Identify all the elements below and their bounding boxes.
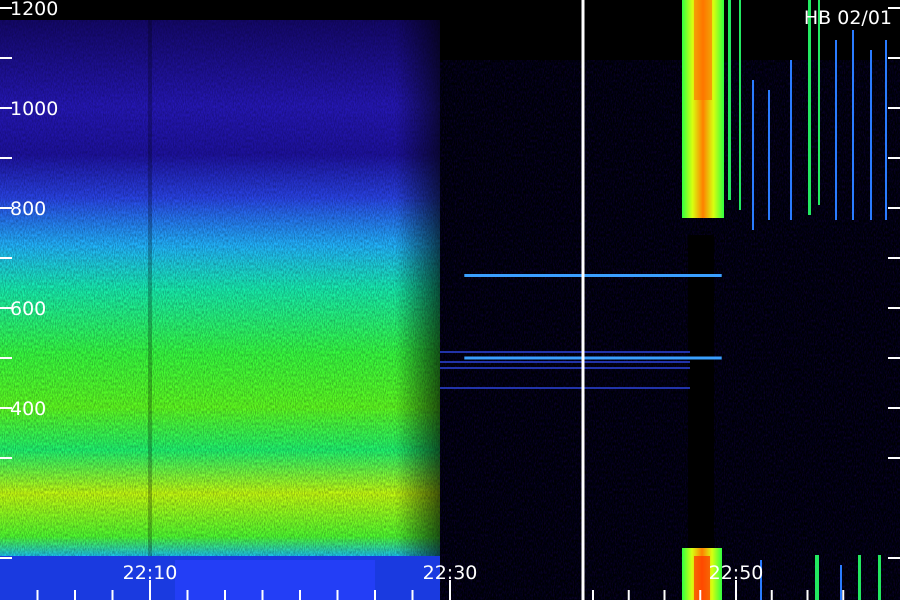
y-tick-label: 1200 xyxy=(10,0,58,20)
background-noise xyxy=(440,60,900,600)
y-tick-label: 800 xyxy=(10,198,46,220)
broadband-noise-band xyxy=(0,20,465,600)
y-tick-label: 400 xyxy=(10,398,46,420)
y-tick-label: 1000 xyxy=(10,98,58,120)
spectrogram-chart: 1200 1000 800 600 400 22:10 22:30 22:50 HB 02/0… xyxy=(0,0,900,600)
data-gap xyxy=(688,235,714,555)
y-tick-label: 600 xyxy=(10,298,46,320)
x-tick-label: 22:50 xyxy=(709,562,764,584)
station-label: HB 02/01 xyxy=(804,7,892,29)
x-tick-label: 22:30 xyxy=(423,562,478,584)
x-tick-label: 22:10 xyxy=(123,562,178,584)
